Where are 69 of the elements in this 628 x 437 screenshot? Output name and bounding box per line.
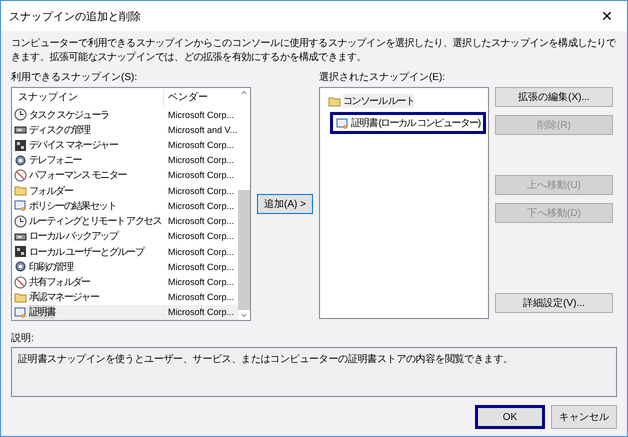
vendor-name: Microsoft Corp...: [167, 307, 234, 318]
vendor-name: Microsoft and V...: [167, 124, 238, 135]
vendor-name: Microsoft Corp...: [167, 200, 234, 211]
folder-icon: [14, 290, 27, 304]
list-row[interactable]: ディスクの管理 Microsoft and V...: [14, 122, 238, 138]
column-header[interactable]: スナップイン: [14, 89, 164, 107]
snapin-name: ディスクの管理: [29, 124, 90, 137]
description-text: 証明書スナップインを使うとユーザー、サービス、またはコンピューターの証明書ストアの内容を閲覧できます。: [18, 354, 513, 365]
vendor-name: Microsoft Corp...: [167, 277, 234, 288]
vendor-name: Microsoft Corp...: [167, 155, 234, 166]
clock-icon: [14, 214, 27, 228]
vendor-name: Microsoft Corp...: [167, 246, 234, 257]
certificate-icon: [336, 116, 349, 130]
vendor-name: Microsoft Corp...: [167, 231, 234, 242]
dialog-button[interactable]: OK: [475, 405, 545, 429]
snapin-name: 承認マネージャー: [29, 290, 99, 304]
device-icon: [14, 245, 27, 258]
intro-text: コンピューターで利用できるスナップインからこのコンソールに使用するスナップインを選択したり、選択したスナップインを構成したりできます。拡張可能なスナップインでは、どの拡張を有効にするかを構成できます。: [11, 37, 617, 65]
list-row[interactable]: 共有フォルダー Microsoft Corp...: [14, 274, 238, 290]
list-row[interactable]: パフォーマンス モニター Microsoft Corp...: [14, 168, 238, 184]
clock-icon: [14, 108, 27, 122]
tree-item[interactable]: 証明書 (ローカル コンピューター): [330, 112, 486, 134]
snapin-name: ポリシーの結果セット: [29, 200, 116, 213]
add-button[interactable]: 追加(A) >: [257, 194, 313, 214]
column-header[interactable]: ベンダー: [164, 89, 234, 107]
dialog-button[interactable]: キャンセル: [551, 405, 617, 429]
list-label: 利用できるスナップイン(S):: [11, 71, 138, 85]
list-row[interactable]: フォルダー Microsoft Corp...: [14, 183, 238, 198]
snapin-name: 証明書: [29, 305, 56, 320]
tree-item[interactable]: コンソール ルート: [322, 90, 420, 112]
scroll-thumb[interactable]: [238, 190, 250, 310]
vendor-name: Microsoft Corp...: [167, 216, 234, 226]
snapin-name: デバイス マネージャー: [29, 139, 118, 152]
certificate-icon: [14, 306, 27, 319]
side-button[interactable]: 拡張の編集(X)...: [494, 87, 613, 107]
snapin-name: ローカル バックアップ: [29, 230, 118, 244]
vendor-name: Microsoft Corp...: [167, 170, 234, 180]
vendor-name: Microsoft Corp...: [167, 140, 234, 150]
window-title: スナップインの追加と削除: [9, 10, 141, 24]
certificate-icon: [14, 199, 27, 212]
close-button[interactable]: ✕: [587, 1, 627, 31]
list-row[interactable]: ルーティングとリモート アクセス Microsoft Corp...: [14, 214, 238, 229]
device-icon: [14, 138, 27, 152]
snapin-name: フォルダー: [29, 184, 73, 198]
snapin-name: 共有フォルダー: [29, 276, 90, 290]
vendor-name: Microsoft Corp...: [167, 186, 234, 196]
tree-label: 選択されたスナップイン(E):: [318, 71, 446, 85]
side-button[interactable]: 詳細設定(V)...: [494, 293, 613, 313]
vendor-name: Microsoft Corp...: [167, 262, 234, 272]
folder-icon: [14, 184, 27, 198]
snapin-name: ルーティングとリモート アクセス: [29, 215, 161, 228]
snapin-name: 印刷の管理: [29, 260, 73, 274]
snapin-name: パフォーマンス モニター: [29, 169, 126, 182]
snapin-name: タスク スケジューラ: [29, 108, 109, 122]
list-row[interactable]: テレフォニー Microsoft Corp...: [14, 152, 238, 168]
list-row[interactable]: ポリシーの結果セット Microsoft Corp...: [14, 198, 238, 214]
list-row[interactable]: ローカル ユーザーとグループ Microsoft Corp...: [14, 244, 238, 260]
list-row[interactable]: 印刷の管理 Microsoft Corp...: [14, 259, 238, 274]
vendor-name: Microsoft Corp...: [167, 292, 234, 302]
list-row[interactable]: デバイス マネージャー Microsoft Corp...: [14, 137, 238, 153]
snapin-name: テレフォニー: [29, 154, 82, 168]
list-row[interactable]: 証明書 Microsoft Corp...: [14, 304, 238, 320]
list-row[interactable]: 承認マネージャー Microsoft Corp...: [14, 290, 238, 305]
list-row[interactable]: ローカル バックアップ Microsoft Corp...: [14, 228, 238, 244]
description-label: 説明:: [11, 332, 35, 345]
snapin-name: ローカル ユーザーとグループ: [29, 246, 144, 259]
vendor-name: Microsoft Corp...: [167, 110, 234, 120]
list-row[interactable]: タスク スケジューラ Microsoft Corp...: [14, 107, 238, 122]
folder-icon: [328, 94, 341, 108]
